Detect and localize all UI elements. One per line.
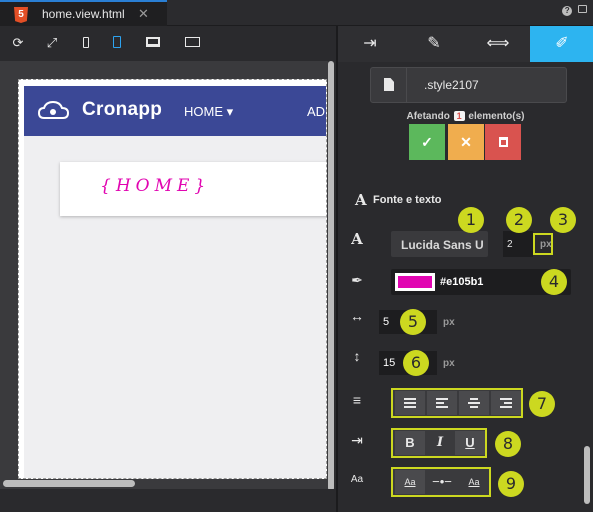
panel-scroll-thumb[interactable] xyxy=(584,446,590,504)
window-restore-icon[interactable] xyxy=(578,5,587,13)
underline-button[interactable]: U xyxy=(455,431,485,455)
overline-icon[interactable]: Aa xyxy=(459,470,489,494)
tab-strip: 5 home.view.html ✕ ? xyxy=(0,0,593,26)
home-heading-card[interactable]: {HOME} xyxy=(60,162,326,216)
align-right-button[interactable] xyxy=(491,391,521,415)
delete-button[interactable] xyxy=(485,124,521,160)
font-family-field[interactable]: Lucida Sans U xyxy=(391,231,488,257)
affect-count-badge: 1 xyxy=(453,111,465,121)
design-canvas[interactable]: Cronapp HOME ▾ AD {HOME} xyxy=(0,61,338,512)
desktop-icon[interactable] xyxy=(144,35,162,51)
callout-7: 7 xyxy=(529,391,555,417)
affect-label: Afetando xyxy=(406,111,450,122)
affect-suffix: elemento(s) xyxy=(468,111,525,122)
page-body: Cronapp HOME ▾ AD {HOME} xyxy=(24,86,326,478)
font-style-group: B I U xyxy=(391,428,487,458)
panel-tabs: ⇥ ✎ ⟺ ✐ xyxy=(338,26,593,62)
bold-button[interactable]: B xyxy=(395,431,425,455)
callout-6: 6 xyxy=(403,350,429,376)
color-swatch[interactable] xyxy=(395,273,435,291)
align-justify-button[interactable] xyxy=(395,391,425,415)
callout-8: 8 xyxy=(495,431,521,457)
properties-panel: ⇥ ✎ ⟺ ✐ .style2107 Afetando 1 elemento(s… xyxy=(338,26,593,512)
text-align-icon: ≡ xyxy=(352,392,362,408)
font-family-icon: A xyxy=(351,230,363,248)
callout-4: 4 xyxy=(541,269,567,295)
canvas-horizontal-scrollbar[interactable] xyxy=(0,489,338,512)
text-decoration-group: Aa −•− Aa xyxy=(391,467,491,497)
align-center-button[interactable] xyxy=(459,391,489,415)
class-name: .style2107 xyxy=(424,78,479,92)
cancel-button[interactable]: ✕ xyxy=(448,124,484,160)
nav-home-dropdown[interactable]: HOME ▾ xyxy=(184,104,233,120)
unit-highlight xyxy=(533,233,553,255)
eyedropper-icon[interactable]: ✒ xyxy=(348,272,366,289)
cronapp-logo-icon xyxy=(38,100,70,119)
trash-icon xyxy=(498,137,508,147)
refresh-icon[interactable]: ⟳ xyxy=(10,35,26,51)
brand-name: Cronapp xyxy=(82,99,163,120)
font-section-icon: A xyxy=(355,191,367,209)
enter-icon[interactable]: ⇥ xyxy=(338,26,402,62)
callout-5: 5 xyxy=(400,309,426,335)
line-height-icon: ↕ xyxy=(353,348,361,364)
italic-button[interactable]: I xyxy=(425,431,455,455)
color-hex: #e105b1 xyxy=(440,276,484,288)
text-align-group xyxy=(391,388,523,418)
decoration-none-icon[interactable]: Aa xyxy=(395,470,425,494)
canvas-horizontal-scroll-thumb[interactable] xyxy=(3,480,135,487)
class-selector[interactable]: .style2107 xyxy=(370,67,567,103)
mobile-icon[interactable] xyxy=(80,35,92,51)
letter-spacing-icon: ↔ xyxy=(350,308,364,324)
wand-icon[interactable]: ✐ xyxy=(530,26,593,62)
expand-icon[interactable]: ⤢ xyxy=(44,35,60,51)
home-heading: {HOME} xyxy=(100,176,211,196)
device-toolbar: ⟳ ⤢ xyxy=(0,26,338,61)
canvas-vertical-scroll-thumb[interactable] xyxy=(328,61,334,491)
tab-title: home.view.html xyxy=(42,7,125,21)
line-height-unit: px xyxy=(443,358,455,369)
html5-icon: 5 xyxy=(14,7,28,23)
confirm-button[interactable]: ✓ xyxy=(409,124,445,160)
section-title: Fonte e texto xyxy=(373,194,442,206)
resize-icon[interactable]: ⟺ xyxy=(466,26,530,62)
editor-window: 5 home.view.html ✕ ? ⟳ ⤢ Cronapp HOME ▾ … xyxy=(0,0,593,512)
callout-2: 2 xyxy=(506,207,532,233)
align-left-button[interactable] xyxy=(427,391,457,415)
callout-9: 9 xyxy=(498,471,524,497)
monitor-icon[interactable] xyxy=(183,35,201,51)
callout-3: 3 xyxy=(550,207,576,233)
page-preview: Cronapp HOME ▾ AD {HOME} xyxy=(18,79,327,479)
pencil-icon[interactable]: ✎ xyxy=(402,26,466,62)
navbar: Cronapp HOME ▾ AD xyxy=(24,86,326,136)
text-case-icon: Aa xyxy=(350,474,364,485)
file-icon xyxy=(371,68,407,102)
letter-spacing-unit: px xyxy=(443,317,455,328)
strikethrough-icon[interactable]: −•− xyxy=(427,470,457,494)
strip-icons: ? xyxy=(559,5,587,16)
indent-icon: ⇥ xyxy=(351,432,363,448)
font-size-field[interactable]: 2 xyxy=(503,231,533,257)
tablet-icon[interactable] xyxy=(110,35,124,51)
close-icon[interactable]: ✕ xyxy=(138,6,149,22)
affect-info: Afetando 1 elemento(s) xyxy=(338,111,593,122)
help-icon[interactable]: ? xyxy=(562,6,573,16)
callout-1: 1 xyxy=(458,207,484,233)
tab-home-view[interactable]: 5 home.view.html ✕ xyxy=(0,0,167,26)
nav-link-truncated[interactable]: AD xyxy=(307,104,325,119)
